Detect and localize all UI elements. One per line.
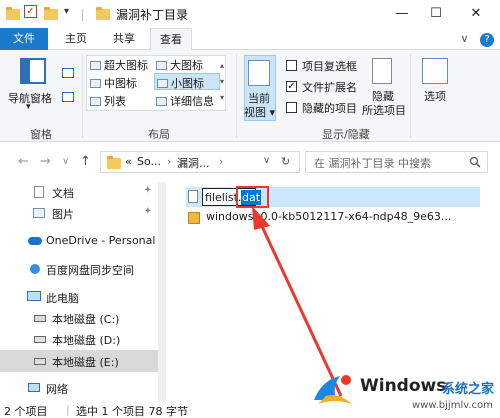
- title-separator: [82, 9, 83, 21]
- sidebar-item-baidu[interactable]: 百度网盘同步空间: [0, 259, 158, 279]
- current-view-icon: [248, 60, 270, 86]
- small-icons-icon: [157, 79, 168, 88]
- ribbon-separator: [410, 54, 411, 138]
- title-bar: ✓ ▾ 漏洞补丁目录 — ☐ ✕: [0, 0, 500, 28]
- search-box[interactable]: 在 漏洞补丁目录 中搜索: [305, 151, 488, 173]
- hide-selected-icon[interactable]: [372, 58, 392, 84]
- hidden-items-checkbox[interactable]: [286, 102, 297, 113]
- sidebar-item-network[interactable]: 网络: [0, 378, 158, 398]
- ribbon-tabs: 文件 主页 共享 查看 ∨ ?: [0, 28, 500, 51]
- drive-icon: [34, 315, 46, 322]
- breadcrumb-overflow[interactable]: «: [125, 155, 132, 168]
- current-view-label-2: 视图 ▾: [244, 106, 276, 119]
- pictures-icon: [33, 208, 45, 218]
- drive-icon: [34, 358, 46, 365]
- options-label[interactable]: 选项: [424, 88, 446, 104]
- extra-large-icons-icon: [90, 61, 101, 70]
- ribbon-separator: [236, 54, 237, 138]
- maximize-button[interactable]: ☐: [416, 0, 456, 28]
- cloud-icon: [28, 237, 42, 245]
- forward-button[interactable]: →: [40, 154, 51, 169]
- options-icon[interactable]: [422, 58, 448, 84]
- layout-list[interactable]: 列表: [90, 93, 126, 108]
- ribbon-separator: [82, 54, 83, 138]
- item-count: 2 个项目: [4, 405, 48, 418]
- document-icon: [34, 186, 44, 198]
- large-icons-icon: [156, 61, 167, 70]
- address-folder-icon: [107, 156, 121, 169]
- status-separator: |: [66, 403, 70, 416]
- file-extensions-checkbox[interactable]: ✓: [286, 81, 297, 92]
- navigation-pane: 文档 ✦ 图片 ✦ OneDrive - Personal 百度网盘同步空间 此…: [0, 182, 158, 402]
- navigation-pane-icon[interactable]: [20, 58, 46, 84]
- quick-access-dropdown[interactable]: ▾: [64, 6, 69, 17]
- sidebar-item-documents[interactable]: 文档 ✦: [0, 182, 158, 202]
- computer-icon: [27, 291, 41, 301]
- selection-info: 选中 1 个项目 78 字节: [76, 405, 188, 418]
- help-icon[interactable]: ?: [480, 33, 494, 47]
- tab-file[interactable]: 文件: [0, 28, 48, 50]
- baidu-netdisk-icon: [30, 264, 40, 274]
- tab-home[interactable]: 主页: [56, 28, 96, 50]
- preview-pane-icon[interactable]: [62, 68, 74, 78]
- hide-selected-label-2[interactable]: 所选项目: [362, 102, 406, 118]
- sidebar-item-this-pc[interactable]: 此电脑: [0, 287, 158, 307]
- layout-details[interactable]: 详细信息: [156, 93, 214, 108]
- layout-large[interactable]: 大图标: [156, 57, 203, 72]
- pin-icon: ✦: [143, 206, 152, 217]
- medium-icons-icon: [90, 79, 101, 88]
- item-checkboxes-checkbox[interactable]: [286, 60, 297, 71]
- back-button[interactable]: ←: [18, 154, 29, 169]
- sidebar-item-drive-c[interactable]: 本地磁盘 (C:): [0, 308, 158, 328]
- address-bar[interactable]: « So... › 漏洞... › ∨ ↻: [100, 151, 300, 173]
- sidebar-item-pictures[interactable]: 图片 ✦: [0, 203, 158, 223]
- sidebar-scrollbar[interactable]: [158, 182, 166, 402]
- watermark-cn: 系统之家: [442, 382, 495, 397]
- layout-medium[interactable]: 中图标: [90, 75, 137, 90]
- close-button[interactable]: ✕: [456, 0, 496, 28]
- drive-icon: [34, 336, 46, 343]
- navigation-pane-dropdown[interactable]: ▾: [26, 102, 31, 112]
- ribbon: 导航窗格 ▾ 窗格 超大图标 大图标 中图标 小图标 列表 详细信息 ▴ ▾ ▾ 布…: [0, 50, 500, 142]
- navigation-bar: ← → ∨ ↑ « So... › 漏洞... › ∨ ↻ 在 漏洞补丁目录 中…: [0, 142, 500, 182]
- search-placeholder: 在 漏洞补丁目录 中搜索: [314, 157, 431, 170]
- breadcrumb-item[interactable]: 漏洞...: [177, 155, 210, 171]
- panes-group-label: 窗格: [30, 128, 52, 141]
- watermark: Windows 系统之家 www.bjjmlv.com: [312, 368, 500, 418]
- windows-logo-icon: [314, 375, 352, 404]
- list-icon: [90, 97, 101, 106]
- watermark-brand: Windows: [360, 376, 447, 396]
- show-hide-group-label: 显示/隐藏: [322, 128, 370, 141]
- file-extensions-label[interactable]: 文件扩展名: [302, 79, 357, 95]
- layout-extra-large[interactable]: 超大图标: [90, 57, 148, 72]
- sidebar-item-drive-e[interactable]: 本地磁盘 (E:): [0, 350, 158, 372]
- layout-small[interactable]: 小图标: [154, 73, 220, 90]
- breadcrumb-item[interactable]: So...: [137, 155, 161, 168]
- layout-group-label: 布局: [148, 128, 170, 141]
- details-pane-icon[interactable]: [62, 92, 74, 102]
- search-icon[interactable]: [469, 156, 481, 168]
- network-icon: [28, 383, 40, 392]
- hidden-items-label[interactable]: 隐藏的项目: [302, 100, 357, 116]
- breadcrumb-separator[interactable]: ›: [219, 155, 223, 168]
- item-checkboxes-label[interactable]: 项目复选框: [302, 58, 357, 74]
- up-button[interactable]: ↑: [80, 154, 91, 169]
- tab-view[interactable]: 查看: [150, 28, 192, 51]
- collapse-ribbon-icon[interactable]: ∨: [460, 32, 468, 45]
- details-icon: [156, 97, 167, 106]
- sidebar-item-drive-d[interactable]: 本地磁盘 (D:): [0, 329, 158, 349]
- layout-scroll-arrows[interactable]: ▴ ▾ ▾: [220, 58, 224, 106]
- recent-locations-button[interactable]: ∨: [62, 156, 69, 167]
- ribbon-controls: ∨ ?: [460, 32, 494, 47]
- address-dropdown[interactable]: ∨: [263, 155, 270, 166]
- breadcrumb-separator[interactable]: ›: [167, 155, 171, 168]
- refresh-button[interactable]: ↻: [281, 155, 290, 168]
- pin-icon: ✦: [143, 185, 152, 196]
- properties-check-icon[interactable]: ✓: [24, 5, 37, 18]
- tab-share[interactable]: 共享: [104, 28, 144, 50]
- watermark-url: www.bjjmlv.com: [412, 400, 493, 411]
- sidebar-item-onedrive[interactable]: OneDrive - Personal: [0, 231, 158, 251]
- window-title: 漏洞补丁目录: [116, 8, 189, 22]
